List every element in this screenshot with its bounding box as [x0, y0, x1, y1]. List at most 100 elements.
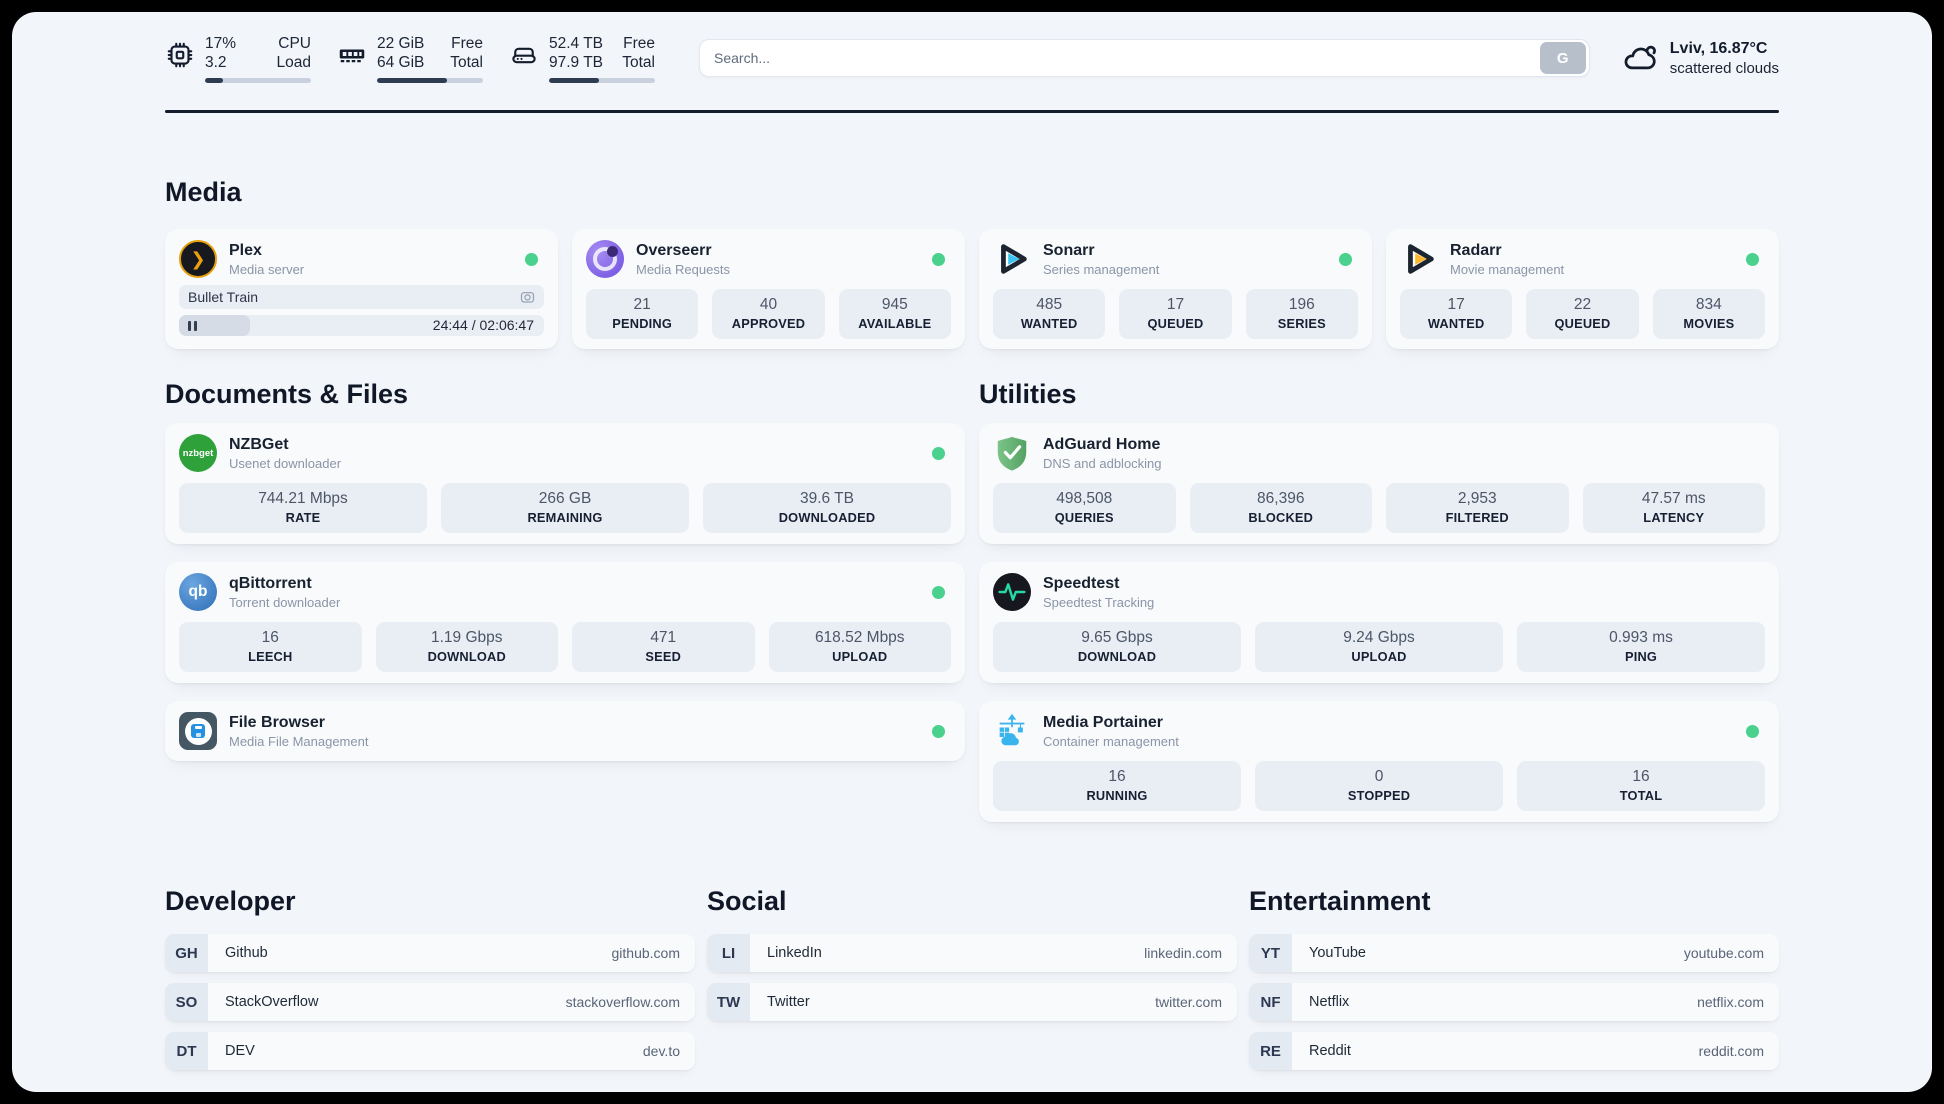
app-card-radarr[interactable]: Radarr Movie management 17 WANTED 22 QUE…: [1386, 229, 1779, 349]
section-title-media: Media: [165, 177, 242, 207]
nzbget-icon: nzbget: [179, 434, 217, 472]
bookmark-name: StackOverflow: [225, 994, 319, 1010]
app-description: Series management: [1043, 262, 1160, 277]
topbar-divider: [165, 110, 1779, 113]
video-session-icon: [520, 290, 535, 305]
bookmark-abbr: YT: [1249, 934, 1292, 972]
app-title: Media Portainer: [1043, 714, 1164, 731]
stat-remaining: 266 GB REMAINING: [441, 483, 689, 533]
app-card-adguard[interactable]: AdGuard Home DNS and adblocking 498,508 …: [979, 423, 1779, 544]
status-dot: [932, 725, 945, 738]
app-description: Media Requests: [636, 262, 730, 277]
speedtest-icon: [993, 573, 1031, 611]
stat-leech: 16 LEECH: [179, 622, 362, 672]
app-card-overseerr[interactable]: Overseerr Media Requests 21 PENDING 40 A…: [572, 229, 965, 349]
status-dot: [525, 253, 538, 266]
cpu-load-value: 3.2: [205, 53, 227, 71]
filebrowser-icon: [179, 712, 217, 750]
disk-free-value: 52.4 TB: [549, 34, 604, 52]
bookmark-abbr: NF: [1249, 983, 1292, 1021]
stat-filtered: 2,953 FILTERED: [1386, 483, 1569, 533]
search-engine-button[interactable]: G: [1539, 42, 1586, 74]
bookmark-url: linkedin.com: [1144, 945, 1222, 961]
status-dot: [1339, 253, 1352, 266]
bookmark-twitter[interactable]: TW Twitter twitter.com: [707, 983, 1237, 1021]
app-card-speedtest[interactable]: Speedtest Speedtest Tracking 9.65 Gbps D…: [979, 562, 1779, 683]
app-description: Torrent downloader: [229, 595, 341, 610]
qbittorrent-icon: qb: [179, 573, 217, 611]
cpu-widget: 17% 3.2 CPU Load: [165, 34, 311, 83]
search-bar: G: [699, 39, 1590, 77]
app-title: Plex: [229, 242, 262, 259]
ram-widget: 22 GiB 64 GiB Free Total: [337, 34, 483, 83]
stat-total: 16 TOTAL: [1517, 761, 1765, 811]
app-description: DNS and adblocking: [1043, 456, 1162, 471]
bookmark-url: github.com: [611, 945, 680, 961]
bookmark-reddit[interactable]: RE Reddit reddit.com: [1249, 1032, 1779, 1070]
stat-queued: 22 QUEUED: [1526, 289, 1639, 339]
app-card-portainer[interactable]: Media Portainer Container management 16 …: [979, 701, 1779, 822]
bookmark-stackoverflow[interactable]: SO StackOverflow stackoverflow.com: [165, 983, 695, 1021]
status-dot: [932, 447, 945, 460]
stat-seed: 471 SEED: [572, 622, 755, 672]
stat-upload: 9.24 Gbps UPLOAD: [1255, 622, 1503, 672]
app-title: NZBGet: [229, 436, 289, 453]
documents-column: Documents & Files nzbget NZBGet Usenet d…: [165, 377, 965, 822]
disk-icon: [509, 40, 539, 70]
bookmark-youtube[interactable]: YT YouTube youtube.com: [1249, 934, 1779, 972]
bookmark-name: Reddit: [1309, 1043, 1351, 1059]
app-card-plex[interactable]: ❯ Plex Media server Bullet Train 24:44 /…: [165, 229, 558, 349]
app-description: Media server: [229, 262, 305, 277]
bookmark-url: youtube.com: [1683, 945, 1764, 961]
ram-icon: [337, 40, 367, 70]
bookmarks-social: Social LI LinkedIn linkedin.com TW Twitt…: [707, 884, 1237, 1070]
status-dot: [932, 586, 945, 599]
app-description: Movie management: [1450, 262, 1565, 277]
app-title: File Browser: [229, 714, 326, 731]
bookmark-name: Twitter: [767, 994, 810, 1010]
bookmark-linkedin[interactable]: LI LinkedIn linkedin.com: [707, 934, 1237, 972]
media-card-row: ❯ Plex Media server Bullet Train 24:44 /…: [165, 229, 1779, 349]
plex-icon: ❯: [179, 240, 217, 278]
stat-download: 1.19 Gbps DOWNLOAD: [375, 622, 558, 672]
bookmark-name: YouTube: [1309, 945, 1366, 961]
playback-progress-bar: 24:44 / 02:06:47: [179, 315, 544, 336]
stat-blocked: 86,396 BLOCKED: [1189, 483, 1372, 533]
stat-available: 945 AVAILABLE: [838, 289, 951, 339]
bookmark-name: Netflix: [1309, 994, 1350, 1010]
now-playing-title-bar: Bullet Train: [179, 285, 544, 309]
bookmark-netflix[interactable]: NF Netflix netflix.com: [1249, 983, 1779, 1021]
topbar: 17% 3.2 CPU Load 22 GiB 64 GiB Free Tota…: [165, 12, 1779, 84]
stat-pending: 21 PENDING: [586, 289, 699, 339]
stat-download: 9.65 Gbps DOWNLOAD: [993, 622, 1241, 672]
search-input[interactable]: [699, 39, 1590, 77]
app-card-filebrowser[interactable]: File Browser Media File Management: [165, 701, 965, 761]
bookmark-url: stackoverflow.com: [565, 994, 680, 1010]
ram-free-value: 22 GiB: [377, 34, 425, 52]
adguard-icon: [993, 434, 1031, 472]
bookmark-url: netflix.com: [1697, 994, 1764, 1010]
now-playing-title: Bullet Train: [188, 289, 259, 305]
app-card-sonarr[interactable]: Sonarr Series management 485 WANTED 17 Q…: [979, 229, 1372, 349]
stat-queries: 498,508 QUERIES: [993, 483, 1176, 533]
bookmark-dev[interactable]: DT DEV dev.to: [165, 1032, 695, 1070]
bookmark-name: LinkedIn: [767, 945, 822, 961]
overseerr-icon: [586, 240, 624, 278]
disk-widget: 52.4 TB 97.9 TB Free Total: [509, 34, 655, 83]
stat-running: 16 RUNNING: [993, 761, 1241, 811]
app-description: Usenet downloader: [229, 456, 342, 471]
app-card-qbittorrent[interactable]: qb qBittorrent Torrent downloader 16 LEE…: [165, 562, 965, 683]
stat-series: 196 SERIES: [1245, 289, 1358, 339]
weather-location: Lviv, 16.87°C: [1669, 39, 1768, 57]
ram-free-label: Free: [451, 34, 483, 52]
app-title: Radarr: [1450, 242, 1502, 259]
section-title-entertainment: Entertainment: [1249, 886, 1431, 916]
cpu-usage-value: 17%: [205, 34, 237, 52]
app-card-nzbget[interactable]: nzbget NZBGet Usenet downloader 744.21 M…: [165, 423, 965, 544]
portainer-icon: [993, 712, 1031, 750]
stat-movies: 834 MOVIES: [1652, 289, 1765, 339]
bookmarks-entertainment: Entertainment YT YouTube youtube.com NF …: [1249, 884, 1779, 1070]
status-dot: [1746, 725, 1759, 738]
stat-approved: 40 APPROVED: [712, 289, 825, 339]
bookmark-github[interactable]: GH Github github.com: [165, 934, 695, 972]
